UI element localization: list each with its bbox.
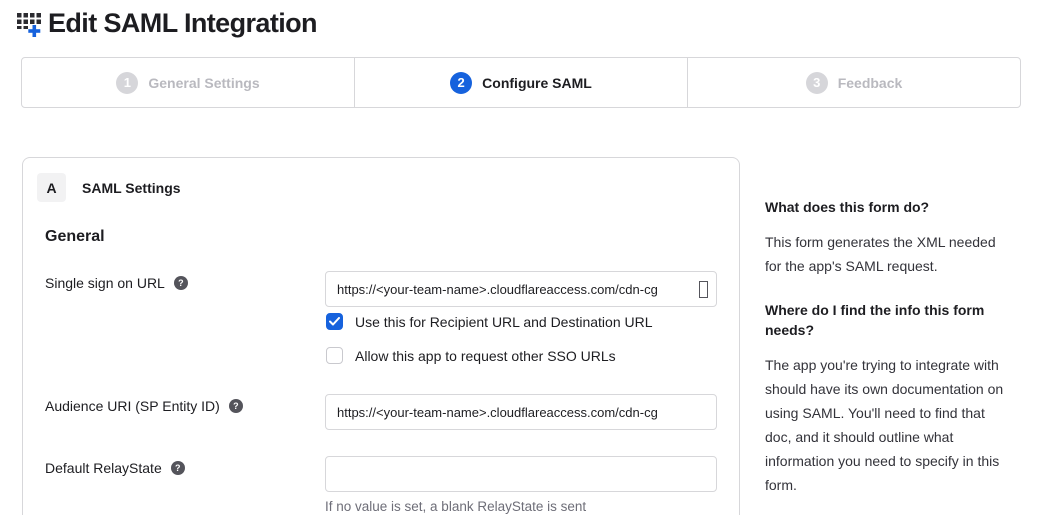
step-general-settings[interactable]: 1 General Settings xyxy=(22,58,354,107)
checkbox-label: Use this for Recipient URL and Destinati… xyxy=(355,314,653,330)
saml-settings-card: A SAML Settings General Single sign on U… xyxy=(22,157,740,515)
step-feedback[interactable]: 3 Feedback xyxy=(687,58,1020,107)
recipient-url-checkbox[interactable] xyxy=(326,313,343,330)
step-label: Feedback xyxy=(838,75,903,91)
help-question-1: What does this form do? xyxy=(765,197,1015,217)
field-label-text: Audience URI (SP Entity ID) xyxy=(45,398,220,414)
help-icon[interactable]: ? xyxy=(171,461,185,475)
recipient-url-checkbox-row[interactable]: Use this for Recipient URL and Destinati… xyxy=(326,313,653,330)
step-number-badge: 3 xyxy=(806,72,828,94)
page-header: Edit SAML Integration xyxy=(16,6,317,41)
app-grid-add-icon xyxy=(16,9,46,41)
field-label-text: Single sign on URL xyxy=(45,275,165,291)
step-label: Configure SAML xyxy=(482,75,592,91)
help-panel: What does this form do? This form genera… xyxy=(765,197,1015,515)
checkbox-label: Allow this app to request other SSO URLs xyxy=(355,348,616,364)
step-label: General Settings xyxy=(148,75,259,91)
field-label-text: Default RelayState xyxy=(45,460,162,476)
step-number-badge: 1 xyxy=(116,72,138,94)
relaystate-hint: If no value is set, a blank RelayState i… xyxy=(325,499,586,514)
default-relaystate-label: Default RelayState ? xyxy=(45,460,185,476)
wizard-stepper: 1 General Settings 2 Configure SAML 3 Fe… xyxy=(21,57,1021,108)
section-title: SAML Settings xyxy=(82,180,181,196)
help-answer-1: This form generates the XML needed for t… xyxy=(765,230,1015,278)
help-icon[interactable]: ? xyxy=(229,399,243,413)
other-sso-urls-checkbox-row[interactable]: Allow this app to request other SSO URLs xyxy=(326,347,616,364)
group-heading-general: General xyxy=(45,228,105,246)
other-sso-urls-checkbox[interactable] xyxy=(326,347,343,364)
audience-uri-label: Audience URI (SP Entity ID) ? xyxy=(45,398,243,414)
sso-url-input[interactable] xyxy=(325,271,717,307)
help-question-2: Where do I find the info this form needs… xyxy=(765,300,1015,340)
edit-saml-integration-screen: Edit SAML Integration 1 General Settings… xyxy=(0,0,1063,515)
section-badge-a: A xyxy=(37,173,66,202)
help-icon[interactable]: ? xyxy=(174,276,188,290)
help-answer-2: The app you're trying to integrate with … xyxy=(765,353,1015,497)
page-title: Edit SAML Integration xyxy=(48,6,317,40)
default-relaystate-input[interactable] xyxy=(325,456,717,492)
step-configure-saml[interactable]: 2 Configure SAML xyxy=(354,58,687,107)
audience-uri-input[interactable] xyxy=(325,394,717,430)
sso-url-label: Single sign on URL ? xyxy=(45,275,188,291)
step-number-badge: 2 xyxy=(450,72,472,94)
